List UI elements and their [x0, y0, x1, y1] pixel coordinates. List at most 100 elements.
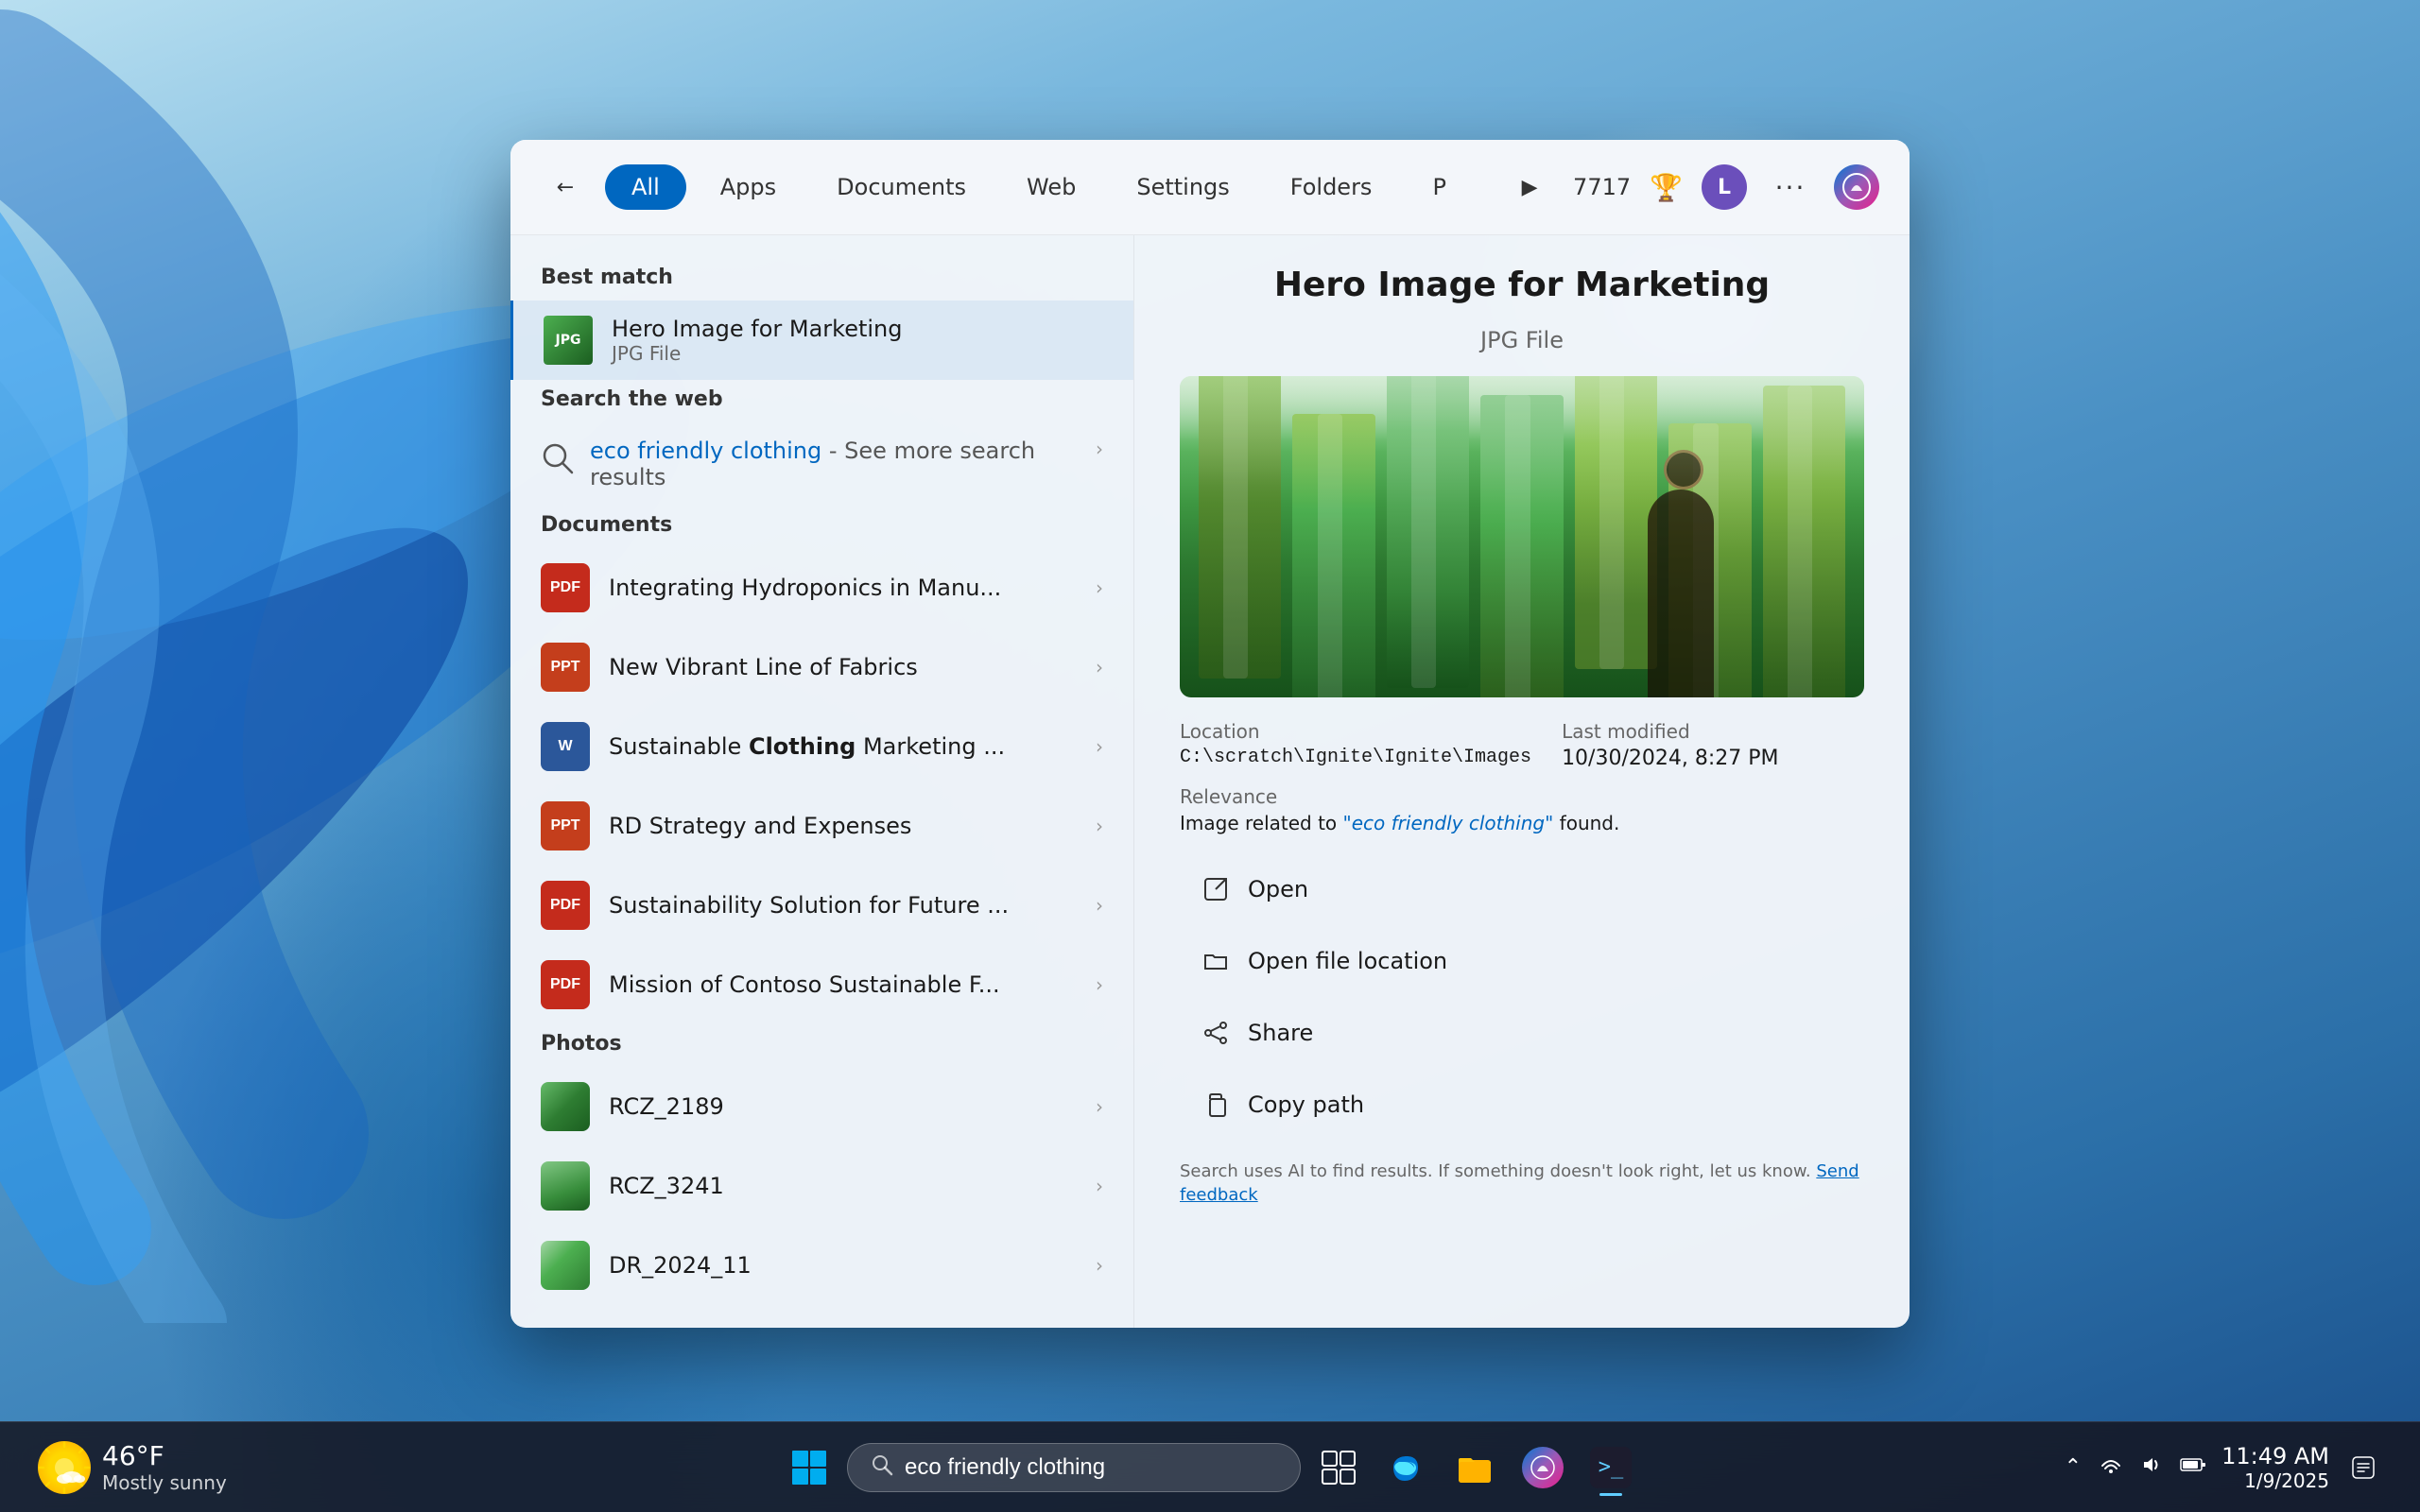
modified-value: 10/30/2024, 8:27 PM	[1562, 747, 1864, 770]
taskbar-search-bar[interactable]	[847, 1443, 1301, 1492]
best-match-text: Hero Image for Marketing JPG File	[612, 316, 1103, 365]
open-button[interactable]: Open	[1180, 857, 1864, 921]
doc-icon-1: PDF	[541, 563, 590, 612]
edge-browser-button[interactable]	[1376, 1437, 1437, 1498]
doc-arrow-2: ›	[1096, 656, 1103, 679]
system-clock[interactable]: 11:49 AM 1/9/2025	[2221, 1443, 2329, 1492]
show-hidden-icons-button[interactable]: ⌃	[2065, 1455, 2082, 1479]
photo-title-3: DR_2024_11	[609, 1252, 1077, 1279]
best-match-header: Best match	[510, 258, 1133, 301]
bamboo-forest-image	[1180, 376, 1864, 697]
tab-apps[interactable]: Apps	[694, 164, 803, 210]
weather-widget[interactable]: 46°F Mostly sunny	[38, 1440, 227, 1494]
nav-tabs-container: All Apps Documents Web Settings Folders …	[605, 164, 1490, 210]
web-link-text: eco friendly clothing	[590, 438, 821, 464]
share-button[interactable]: Share	[1180, 1001, 1864, 1065]
taskbar-search-icon	[871, 1453, 893, 1482]
search-panel: ← All Apps Documents Web Settings Folder…	[510, 140, 1910, 1328]
photo-item-3[interactable]: DR_2024_11 ›	[510, 1226, 1133, 1305]
doc-icon-4: PPT	[541, 801, 590, 850]
start-button[interactable]	[779, 1437, 839, 1498]
taskbar-right: ⌃ 11:49 AM 1/9/2025	[2065, 1443, 2382, 1492]
best-match-subtitle: JPG File	[612, 342, 1103, 365]
doc-arrow-6: ›	[1096, 973, 1103, 996]
copilot-taskbar-button[interactable]	[1512, 1437, 1573, 1498]
footer-text: Search uses AI to find results. If somet…	[1180, 1161, 1816, 1181]
results-panel: Best match JPG Hero Image for Marketing …	[510, 235, 1134, 1328]
clock-date: 1/9/2025	[2244, 1469, 2329, 1492]
web-result-text: eco friendly clothing - See more search …	[590, 438, 1080, 490]
web-result-title: eco friendly clothing - See more search …	[590, 438, 1080, 490]
tab-all[interactable]: All	[605, 164, 686, 210]
photo-icon-1	[541, 1082, 590, 1131]
document-item-2[interactable]: PPT New Vibrant Line of Fabrics ›	[510, 627, 1133, 707]
tab-documents[interactable]: Documents	[810, 164, 993, 210]
more-options-button[interactable]: ···	[1766, 163, 1815, 212]
doc-icon-5: PDF	[541, 881, 590, 930]
sound-icon[interactable]	[2140, 1454, 2161, 1481]
nav-back-button[interactable]: ←	[541, 163, 590, 212]
doc-text-2: New Vibrant Line of Fabrics	[609, 654, 1077, 680]
doc-text-1: Integrating Hydroponics in Manu...	[609, 575, 1077, 601]
play-button[interactable]: ▶	[1505, 163, 1554, 212]
dev-tools-button[interactable]: >_	[1581, 1437, 1641, 1498]
documents-header: Documents	[510, 506, 1133, 548]
copy-icon	[1199, 1088, 1233, 1122]
best-match-icon: JPG	[544, 316, 593, 365]
document-item-4[interactable]: PPT RD Strategy and Expenses ›	[510, 786, 1133, 866]
notification-center-button[interactable]	[2344, 1449, 2382, 1486]
location-label: Location	[1180, 720, 1531, 743]
doc-arrow-5: ›	[1096, 894, 1103, 917]
doc-bold-text: Clothing	[749, 733, 856, 760]
taskbar-search-input[interactable]	[905, 1454, 1277, 1481]
meta-location: Location C:\scratch\Ignite\Ignite\Images	[1180, 720, 1531, 770]
copy-path-label: Copy path	[1248, 1091, 1364, 1118]
location-value: C:\scratch\Ignite\Ignite\Images	[1180, 747, 1531, 768]
doc-text-3: Sustainable Clothing Marketing ...	[609, 733, 1077, 760]
photo-text-1: RCZ_2189	[609, 1093, 1077, 1120]
photo-arrow-1: ›	[1096, 1095, 1103, 1118]
network-icon[interactable]	[2100, 1454, 2121, 1481]
back-icon: ←	[557, 176, 574, 199]
detail-file-type: JPG File	[1180, 327, 1864, 353]
search-nav-bar: ← All Apps Documents Web Settings Folder…	[510, 140, 1910, 235]
photo-arrow-3: ›	[1096, 1254, 1103, 1277]
doc-title-4: RD Strategy and Expenses	[609, 813, 1077, 839]
dev-tools-icon: >_	[1590, 1447, 1632, 1488]
web-search-item[interactable]: eco friendly clothing - See more search …	[510, 422, 1133, 506]
open-label: Open	[1248, 876, 1308, 902]
best-match-item[interactable]: JPG Hero Image for Marketing JPG File	[510, 301, 1133, 380]
photo-item-2[interactable]: RCZ_3241 ›	[510, 1146, 1133, 1226]
document-item-3[interactable]: W Sustainable Clothing Marketing ... ›	[510, 707, 1133, 786]
tab-p[interactable]: P	[1406, 164, 1472, 210]
taskbar: 46°F Mostly sunny	[0, 1421, 2420, 1512]
doc-title-1: Integrating Hydroponics in Manu...	[609, 575, 1077, 601]
file-explorer-button[interactable]	[1444, 1437, 1505, 1498]
copilot-button[interactable]	[1834, 164, 1879, 210]
document-item-5[interactable]: PDF Sustainability Solution for Future .…	[510, 866, 1133, 945]
document-item-6[interactable]: PDF Mission of Contoso Sustainable F... …	[510, 945, 1133, 1024]
tab-web[interactable]: Web	[1000, 164, 1102, 210]
photo-text-2: RCZ_3241	[609, 1173, 1077, 1199]
copy-path-button[interactable]: Copy path	[1180, 1073, 1864, 1137]
tab-settings[interactable]: Settings	[1110, 164, 1255, 210]
user-avatar[interactable]: L	[1702, 164, 1747, 210]
detail-metadata: Location C:\scratch\Ignite\Ignite\Images…	[1180, 720, 1864, 834]
search-web-header: Search the web	[510, 380, 1133, 422]
doc-text-5: Sustainability Solution for Future ...	[609, 892, 1077, 919]
photo-text-3: DR_2024_11	[609, 1252, 1077, 1279]
taskbar-left: 46°F Mostly sunny	[38, 1440, 227, 1494]
open-file-location-button[interactable]: Open file location	[1180, 929, 1864, 993]
doc-icon-6: PDF	[541, 960, 590, 1009]
tab-folders[interactable]: Folders	[1264, 164, 1399, 210]
document-item-1[interactable]: PDF Integrating Hydroponics in Manu... ›	[510, 548, 1133, 627]
relevance-keyword: "eco friendly clothing"	[1343, 812, 1554, 834]
nav-right-section: ▶ 7717 🏆 L ···	[1505, 163, 1879, 212]
task-view-button[interactable]	[1308, 1437, 1369, 1498]
detail-actions: Open Open file location Share	[1180, 857, 1864, 1137]
play-icon: ▶	[1522, 176, 1538, 199]
doc-icon-2: PPT	[541, 643, 590, 692]
battery-icon[interactable]	[2180, 1454, 2206, 1481]
photo-item-1[interactable]: RCZ_2189 ›	[510, 1067, 1133, 1146]
share-icon	[1199, 1016, 1233, 1050]
